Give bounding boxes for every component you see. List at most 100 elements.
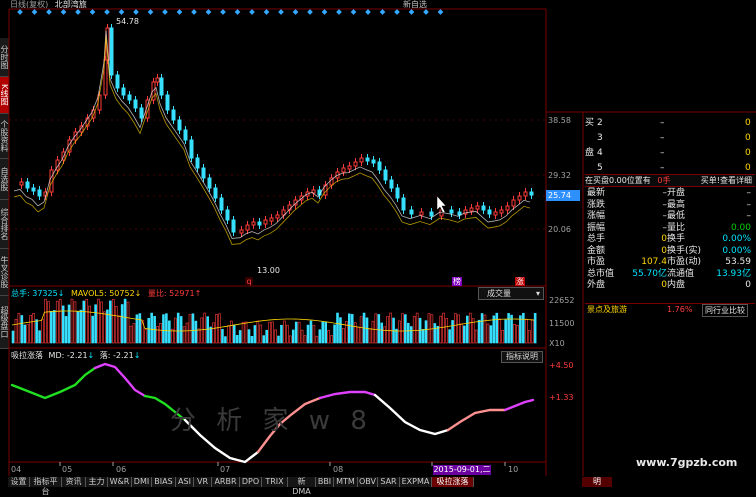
indicator-tab[interactable]: BIAS: [152, 477, 176, 487]
quote-label: 流通值: [667, 268, 695, 279]
indicator-tab[interactable]: TRIX: [262, 477, 288, 487]
volume-bar: [268, 321, 271, 344]
candle-body: [139, 107, 144, 119]
volume-bar: [103, 311, 106, 344]
volume-bar: [306, 324, 310, 344]
volume-bar: [427, 313, 431, 344]
quote-label: 振幅: [587, 222, 606, 233]
signal-diamond-icon: [394, 9, 400, 15]
volume-bar: [194, 320, 198, 344]
candle-body: [469, 207, 474, 212]
quote-value: –: [746, 188, 752, 198]
sector-name[interactable]: 景点及旅游: [587, 304, 627, 315]
indicator-tab[interactable]: DPO: [240, 477, 262, 487]
candle-body: [347, 165, 352, 170]
order-book-row[interactable]: 盘 4 – 0: [585, 148, 755, 158]
indicator-tab[interactable]: VR: [194, 477, 212, 487]
volume-bar: [94, 304, 97, 344]
candle-body: [219, 197, 224, 211]
volume-bar: [138, 313, 142, 344]
candle-body: [365, 157, 370, 162]
volume-bar: [244, 321, 248, 344]
sector-row[interactable]: 景点及旅游 1.76% 同行业比较: [585, 303, 755, 317]
volume-bar: [415, 312, 419, 344]
indicator-tab[interactable]: ASI: [176, 477, 194, 487]
volume-bar: [386, 316, 389, 344]
volume-bar: [448, 329, 451, 344]
volume-indicator-select[interactable]: 成交量 ▾: [478, 287, 544, 300]
signal-diamond-icon: [292, 9, 299, 15]
volume-bar: [489, 325, 493, 344]
candle-body: [213, 187, 218, 199]
order-book-row[interactable]: 3 – 0: [585, 133, 755, 143]
indicator-tab[interactable]: ARBR: [212, 477, 240, 487]
bottom-right-tab[interactable]: 明: [582, 477, 612, 487]
volume-bar: [409, 326, 413, 344]
volume-bar: [383, 326, 387, 344]
order-level: 5: [597, 163, 603, 173]
quote-label: 量比: [667, 222, 686, 233]
order-book-row[interactable]: 买 2 – 0: [585, 118, 755, 128]
indicator-curve-segment: [318, 390, 377, 400]
signal-diamond-icon: [104, 9, 110, 15]
candle-body: [155, 77, 160, 83]
volume-bar: [522, 312, 525, 344]
event-marker-q[interactable]: q: [245, 277, 253, 286]
candle-body: [31, 187, 36, 192]
signal-diamond-icon: [17, 9, 23, 15]
indicator-tab[interactable]: BBI: [316, 477, 334, 487]
candle-body: [377, 161, 382, 171]
indicator-tab[interactable]: 设置: [8, 477, 30, 487]
volume-bar: [168, 320, 171, 344]
volume-select-label: 成交量: [487, 289, 511, 298]
volume-bar: [29, 315, 33, 344]
indicator-tab[interactable]: 资讯: [62, 477, 86, 487]
volume-bar: [17, 312, 21, 344]
signal-diamond-icon: [191, 9, 197, 15]
indicator-tab[interactable]: MTM: [334, 477, 358, 487]
indicator-tab[interactable]: SAR: [378, 477, 400, 487]
volume-bar: [333, 324, 336, 344]
volume-bar: [221, 329, 224, 344]
indicator-tab[interactable]: OBV: [358, 477, 378, 487]
indicator-tab[interactable]: DMI: [132, 477, 152, 487]
order-book-row[interactable]: 5 – 0: [585, 163, 755, 173]
sector-compare-button[interactable]: 同行业比较: [702, 304, 748, 317]
buy-bar-link[interactable]: 买单!查看详细: [701, 175, 752, 186]
volume-bar: [288, 335, 292, 344]
event-marker-rank[interactable]: 榜: [452, 277, 462, 286]
volume-bar: [401, 313, 404, 344]
indicator-explain-button[interactable]: 指标说明: [501, 351, 543, 363]
signal-diamond-icon: [176, 9, 183, 15]
candle-body: [499, 209, 504, 214]
volume-bar: [274, 329, 277, 344]
volume-bar: [321, 321, 325, 344]
volume-bar: [421, 329, 425, 344]
volume-header: 总手: 37325↓ MAVOL5: 50752↓ 量比: 52971↑: [11, 289, 202, 298]
volume-bar: [91, 315, 94, 344]
indicator-tab[interactable]: 新DMA: [288, 477, 316, 496]
volume-bar: [64, 316, 68, 344]
volume-total: 总手: 37325: [11, 289, 58, 298]
chart-watermark: 分 析 家 w 8: [170, 406, 373, 436]
volume-bar: [215, 314, 218, 344]
indicator-tab[interactable]: EXPMA: [400, 477, 432, 487]
buy-order-bar[interactable]: 在买盘0.00位置有 0手 买单!查看详细: [585, 174, 755, 187]
quote-label: 金额: [587, 245, 606, 256]
volume-bar: [38, 330, 41, 344]
indicator-tab[interactable]: W&R: [108, 477, 132, 487]
volume-bar: [265, 329, 269, 344]
quote-value: –: [746, 211, 752, 221]
volume-bar: [442, 312, 446, 344]
candle-body: [171, 109, 176, 121]
event-marker-rise[interactable]: 涨: [515, 277, 525, 286]
low-price-label: 13.00: [257, 266, 280, 275]
indicator-tab[interactable]: 吸拉涨落: [432, 477, 474, 487]
volume-bar: [224, 336, 227, 344]
indicator-tab[interactable]: 指标平台: [30, 477, 62, 496]
indicator-name: 吸拉涨落: [11, 351, 43, 360]
candle-body: [37, 189, 42, 197]
volume-bar: [318, 329, 322, 344]
quote-label: 最新: [587, 188, 606, 198]
indicator-tab[interactable]: 主力: [86, 477, 108, 487]
